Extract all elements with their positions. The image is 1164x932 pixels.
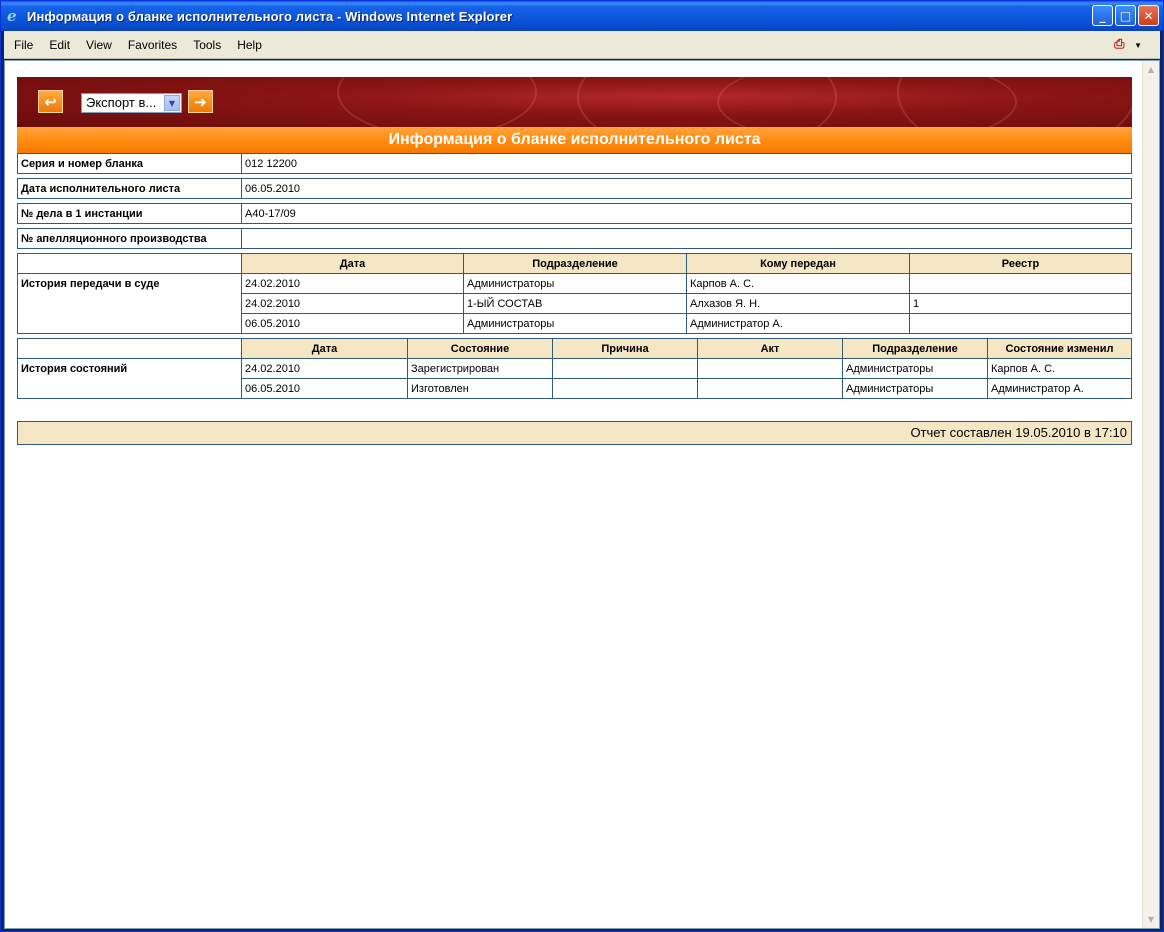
info-fields-table: № дела в 1 инстанции А40-17/09 — [17, 203, 1132, 224]
vertical-scrollbar[interactable]: ▲ ▼ — [1142, 61, 1159, 928]
header-banner: ↩ Экспорт в... ▼ ➜ — [17, 77, 1132, 127]
table-cell — [552, 358, 698, 379]
export-select[interactable]: Экспорт в... ▼ — [81, 93, 182, 113]
table-cell: 06.05.2010 — [241, 378, 408, 399]
field-row: № апелляционного производства — [17, 228, 1132, 249]
column-header: Подразделение — [842, 338, 988, 359]
field-label: № апелляционного производства — [17, 228, 242, 249]
column-header: Состояние — [407, 338, 553, 359]
page-title: Информация о бланке исполнительного лист… — [17, 127, 1132, 153]
column-header: Реестр — [909, 253, 1132, 274]
browser-window: e Информация о бланке исполнительного ли… — [0, 0, 1164, 932]
table-cell — [909, 273, 1132, 294]
table-cell: Администратор А. — [686, 313, 910, 334]
table-header-row: Дата Подразделение Кому передан Реестр — [17, 253, 1132, 274]
field-label: Дата исполнительного листа — [17, 178, 242, 199]
field-value: 012 12200 — [241, 153, 1132, 174]
table-cell: 06.05.2010 — [241, 313, 464, 334]
page-viewport: ↩ Экспорт в... ▼ ➜ Информация о бланке и… — [4, 60, 1160, 929]
table-cell: Администратор А. — [987, 378, 1132, 399]
pdf-icon: ⎙ — [1114, 37, 1125, 52]
menu-help[interactable]: Help — [229, 38, 270, 52]
table-cell: 24.02.2010 — [241, 358, 408, 379]
title-bar: e Информация о бланке исполнительного ли… — [1, 1, 1163, 31]
field-value: А40-17/09 — [241, 203, 1132, 224]
table-cell: Администраторы — [463, 313, 687, 334]
export-go-button[interactable]: ➜ — [188, 90, 213, 113]
field-row: № дела в 1 инстанции А40-17/09 — [17, 203, 1132, 224]
column-header: Причина — [552, 338, 698, 359]
menu-tools[interactable]: Tools — [185, 38, 229, 52]
table-cell: Карпов А. С. — [686, 273, 910, 294]
field-value — [241, 228, 1132, 249]
dropdown-arrow-icon: ▼ — [1134, 40, 1142, 50]
report-footer: Отчет составлен 19.05.2010 в 17:10 — [17, 421, 1132, 445]
table-cell — [552, 378, 698, 399]
report-page: ↩ Экспорт в... ▼ ➜ Информация о бланке и… — [17, 77, 1132, 445]
field-row: Дата исполнительного листа 06.05.2010 — [17, 178, 1132, 199]
table-cell: Изготовлен — [407, 378, 553, 399]
menu-edit[interactable]: Edit — [41, 38, 78, 52]
table-cell: Карпов А. С. — [987, 358, 1132, 379]
pdf-menu-button[interactable]: ⎙ ▼ — [1114, 37, 1142, 53]
window-title: Информация о бланке исполнительного лист… — [27, 8, 513, 24]
field-value: 06.05.2010 — [241, 178, 1132, 199]
column-header: Кому передан — [686, 253, 910, 274]
table-cell — [909, 313, 1132, 334]
state-history-table: Дата Состояние Причина Акт Подразделение… — [17, 338, 1132, 399]
table-cell — [697, 378, 843, 399]
field-label: № дела в 1 инстанции — [17, 203, 242, 224]
column-header: Дата — [241, 253, 464, 274]
column-header: Подразделение — [463, 253, 687, 274]
table-cell: 24.02.2010 — [241, 293, 464, 314]
column-header: Состояние изменил — [987, 338, 1132, 359]
table-row: История состояний 24.02.2010 Зарегистрир… — [17, 358, 1132, 399]
field-row: Серия и номер бланка 012 12200 — [17, 153, 1132, 174]
table-cell: Администраторы — [842, 378, 988, 399]
column-header: Дата — [241, 338, 408, 359]
table-cell: Администраторы — [463, 273, 687, 294]
menu-file[interactable]: File — [4, 38, 41, 52]
back-button[interactable]: ↩ — [38, 90, 63, 113]
menu-view[interactable]: View — [78, 38, 120, 52]
table-row: История передачи в суде 24.02.2010 Админ… — [17, 273, 1132, 334]
column-header: Акт — [697, 338, 843, 359]
table-cell: Зарегистрирован — [407, 358, 553, 379]
table-cell: 1 — [909, 293, 1132, 314]
info-fields-table: Дата исполнительного листа 06.05.2010 — [17, 178, 1132, 199]
table-cell: 1-ЫЙ СОСТАВ — [463, 293, 687, 314]
table-cell: Администраторы — [842, 358, 988, 379]
section-label: История передачи в суде — [17, 273, 242, 334]
table-cell: 24.02.2010 — [241, 273, 464, 294]
section-label: История состояний — [17, 358, 242, 399]
info-fields-table: Серия и номер бланка 012 12200 — [17, 153, 1132, 174]
maximize-button[interactable]: □ — [1115, 5, 1136, 26]
scroll-down-icon[interactable]: ▼ — [1143, 911, 1159, 928]
ie-logo-icon: e — [7, 7, 17, 25]
close-button[interactable]: ✕ — [1138, 5, 1159, 26]
menu-favorites[interactable]: Favorites — [120, 38, 185, 52]
transfer-history-table: Дата Подразделение Кому передан Реестр И… — [17, 253, 1132, 334]
table-cell: Алхазов Я. Н. — [686, 293, 910, 314]
field-label: Серия и номер бланка — [17, 153, 242, 174]
scroll-up-icon[interactable]: ▲ — [1143, 61, 1159, 78]
export-select-value: Экспорт в... — [86, 95, 157, 110]
minimize-button[interactable]: _ — [1092, 5, 1113, 26]
info-fields-table: № апелляционного производства — [17, 228, 1132, 249]
chevron-down-icon[interactable]: ▼ — [164, 95, 180, 111]
table-cell — [697, 358, 843, 379]
table-header-row: Дата Состояние Причина Акт Подразделение… — [17, 338, 1132, 359]
menu-bar: File Edit View Favorites Tools Help ⎙ ▼ — [4, 31, 1160, 59]
